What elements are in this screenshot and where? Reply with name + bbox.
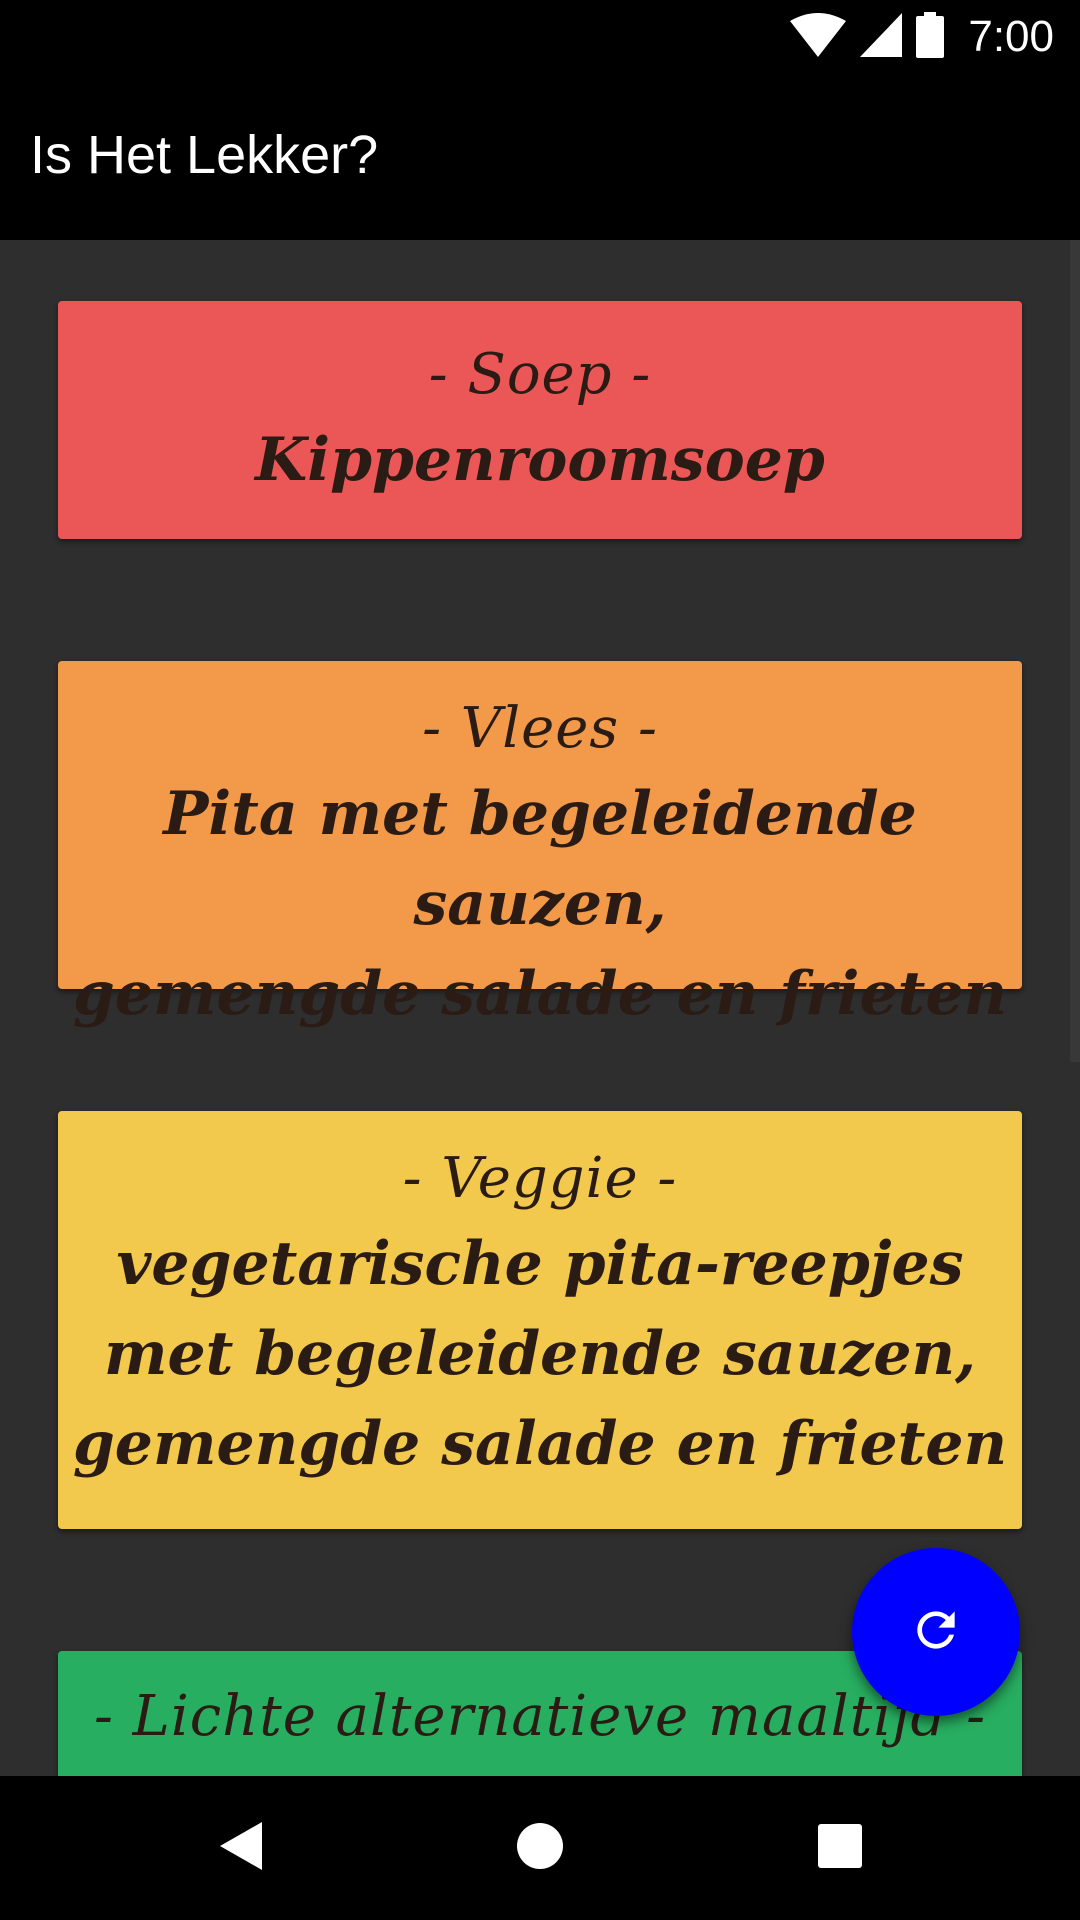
app-title: Is Het Lekker? — [30, 125, 379, 185]
refresh-button[interactable] — [852, 1548, 1020, 1716]
battery-icon — [916, 12, 945, 62]
recents-button[interactable] — [800, 1808, 880, 1888]
status-bar: 7:00 — [0, 0, 1080, 74]
back-icon — [216, 1820, 264, 1876]
card-dish: Pita met begeleidende sauzen, gemengde s… — [72, 779, 1008, 1029]
card-dish: vegetarische pita-reepjes met begeleiden… — [72, 1229, 1008, 1479]
cell-signal-icon — [860, 13, 903, 61]
recents-icon — [818, 1824, 862, 1872]
card-dish: Kippenroomsoep — [255, 425, 825, 495]
home-icon — [516, 1822, 564, 1874]
menu-card-vlees: - Vlees - Pita met begeleidende sauzen, … — [58, 661, 1022, 1029]
status-icons: 7:00 — [790, 10, 1054, 64]
home-button[interactable] — [500, 1808, 580, 1888]
card-category: - Vlees - — [422, 696, 658, 761]
card-category: - Veggie - — [402, 1146, 678, 1211]
menu-card-veggie: - Veggie - vegetarische pita-reepjes met… — [58, 1111, 1022, 1529]
wifi-icon — [790, 13, 847, 61]
status-time: 7:00 — [968, 12, 1054, 61]
refresh-icon — [908, 1602, 964, 1662]
app-bar: Is Het Lekker? — [0, 74, 1080, 240]
menu-card-soep: - Soep - Kippenroomsoep — [58, 301, 1022, 539]
card-category: - Soep - — [428, 342, 652, 407]
back-button[interactable] — [200, 1808, 280, 1888]
navigation-bar — [0, 1776, 1080, 1920]
menu-list[interactable]: - Soep - Kippenroomsoep - Vlees - Pita m… — [0, 240, 1080, 1776]
scrollbar[interactable] — [1070, 240, 1080, 1062]
